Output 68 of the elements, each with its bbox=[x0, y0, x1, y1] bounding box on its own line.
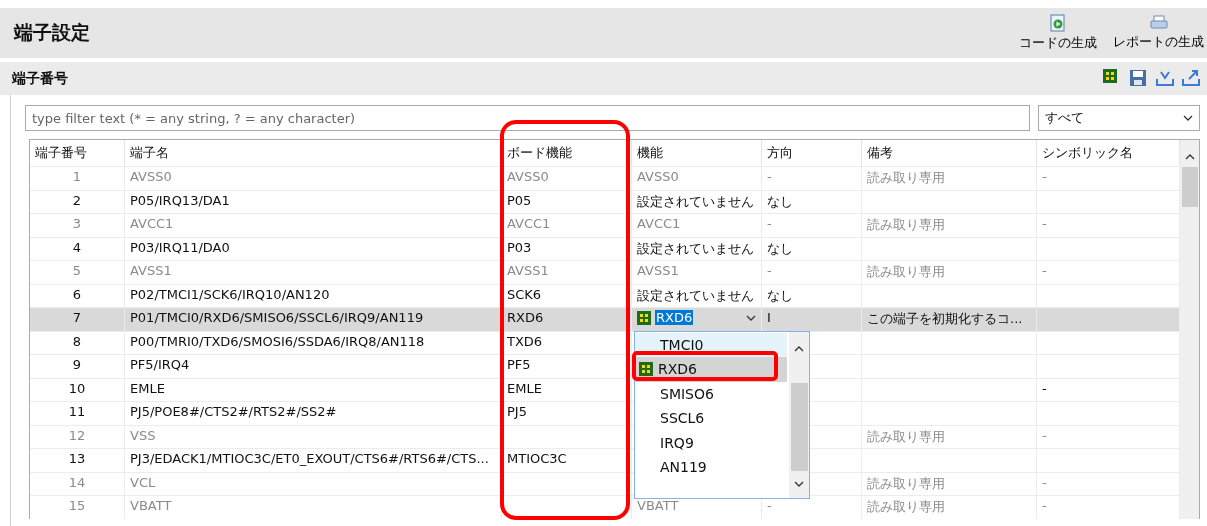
chip-icon bbox=[1103, 68, 1117, 83]
table-cell: - bbox=[762, 167, 862, 190]
tray-out-icon bbox=[1181, 68, 1201, 87]
table-cell: 7 bbox=[30, 308, 125, 331]
table-cell: AVSS1 bbox=[632, 261, 762, 284]
caret-icon[interactable] bbox=[746, 314, 756, 321]
tool-button[interactable] bbox=[1129, 68, 1149, 89]
table-cell: 読み取り専用 bbox=[862, 214, 1037, 237]
table-row[interactable]: 1 AVSS0 AVSS0 AVSS0 - 読み取り専用 - bbox=[30, 166, 1180, 190]
scrollbar-thumb[interactable] bbox=[1181, 167, 1198, 207]
table-row[interactable]: 7 P01/TMCI0/RXD6/SMISO6/SSCL6/IRQ9/AN119 RXD6 RXD6 I この端子を初期化するコ... bbox=[30, 307, 1180, 331]
table-cell: PJ5 bbox=[502, 402, 632, 425]
scroll-down-icon[interactable] bbox=[794, 480, 804, 487]
table-cell: 読み取り専用 bbox=[862, 261, 1037, 284]
table-row[interactable]: 3 AVCC1 AVCC1 AVCC1 - 読み取り専用 - bbox=[30, 213, 1180, 237]
dropdown-scrollbar[interactable] bbox=[789, 331, 809, 498]
table-cell: PF5/IRQ4 bbox=[125, 355, 502, 378]
table-cell: PF5 bbox=[502, 355, 632, 378]
section-title: 端子番号 bbox=[12, 69, 68, 88]
table-cell: AVCC1 bbox=[502, 214, 632, 237]
table-row[interactable]: 5 AVSS1 AVSS1 AVSS1 - 読み取り専用 - bbox=[30, 260, 1180, 284]
scrollbar-thumb[interactable] bbox=[790, 382, 808, 471]
toolbar-action-button[interactable]: レポートの生成 bbox=[1110, 8, 1207, 58]
table-cell: PJ3/EDACK1/MTIOC3C/ET0_EXOUT/CTS6#/RTS6#/CTS... bbox=[125, 449, 502, 472]
table-cell: 11 bbox=[30, 402, 125, 425]
table-cell: この端子を初期化するコ... bbox=[862, 308, 1037, 331]
scroll-up-icon[interactable] bbox=[1184, 154, 1195, 160]
table-cell: - bbox=[762, 261, 862, 284]
scope-dropdown[interactable]: すべて bbox=[1038, 105, 1200, 131]
table-row[interactable]: 4 P03/IRQ11/DA0 P03 設定されていません なし bbox=[30, 236, 1180, 260]
table-cell: I bbox=[762, 308, 862, 331]
table-cell: RXD6 bbox=[502, 308, 632, 331]
caret-icon[interactable] bbox=[1183, 115, 1193, 121]
save-icon bbox=[1129, 68, 1147, 87]
table-cell: 5 bbox=[30, 261, 125, 284]
table-cell: AVCC1 bbox=[125, 214, 502, 237]
scrollbar[interactable] bbox=[1180, 140, 1199, 519]
table-cell: AVSS0 bbox=[125, 167, 502, 190]
table-cell: AVSS0 bbox=[502, 167, 632, 190]
table-cell: AVSS0 bbox=[632, 167, 762, 190]
table-cell: MTIOC3C bbox=[502, 449, 632, 472]
function-combo[interactable]: RXD6 bbox=[637, 310, 756, 325]
table-cell: 15 bbox=[30, 496, 125, 519]
table-row[interactable]: 2 P05/IRQ13/DA1 P05 設定されていません なし bbox=[30, 189, 1180, 213]
chip-icon bbox=[639, 362, 653, 377]
scroll-up-icon[interactable] bbox=[794, 345, 804, 352]
table-cell: 3 bbox=[30, 214, 125, 237]
table-row[interactable]: 15 VBATT VBATT - 読み取り専用 - bbox=[30, 495, 1180, 519]
table-cell: AVCC1 bbox=[632, 214, 762, 237]
table-cell: AVSS1 bbox=[502, 261, 632, 284]
table-cell: VBATT bbox=[125, 496, 502, 519]
table-cell: 読み取り専用 bbox=[862, 496, 1037, 519]
table-cell: 13 bbox=[30, 449, 125, 472]
chip-icon bbox=[637, 310, 651, 325]
toolbar-action-button[interactable]: コードの生成 bbox=[1016, 8, 1100, 58]
table-cell: - bbox=[762, 214, 862, 237]
editor-title: 端子設定 bbox=[14, 20, 90, 45]
document-play-icon bbox=[1050, 14, 1066, 32]
table-cell: 1 bbox=[30, 167, 125, 190]
printer-icon bbox=[1149, 15, 1168, 31]
table-cell: P01/TMCI0/RXD6/SMISO6/SSCL6/IRQ9/AN119 bbox=[125, 308, 502, 331]
table-cell: AVSS1 bbox=[125, 261, 502, 284]
filter-field[interactable]: type filter text (* = any string, ? = any character) bbox=[25, 105, 1030, 131]
table-cell: 9 bbox=[30, 355, 125, 378]
table-cell: PJ5/POE8#/CTS2#/RTS2#/SS2# bbox=[125, 402, 502, 425]
table-row[interactable]: 6 P02/TMCI1/SCK6/IRQ10/AN120 SCK6 設定されていません なし bbox=[30, 283, 1180, 307]
tool-button[interactable] bbox=[1181, 68, 1201, 89]
table-cell: 読み取り専用 bbox=[862, 167, 1037, 190]
